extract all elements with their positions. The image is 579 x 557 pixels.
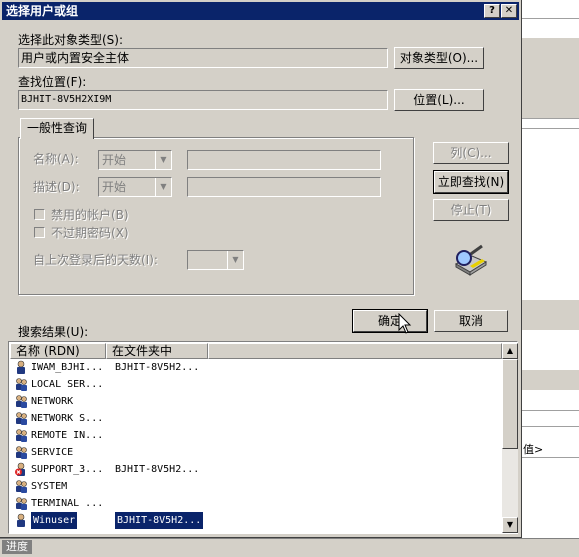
object-type-label: 选择此对象类型(S):: [18, 33, 124, 47]
list-item[interactable]: TERMINAL ...: [11, 495, 501, 512]
column-header-folder[interactable]: 在文件夹中: [106, 343, 208, 359]
non-expiring-password-label: 不过期密码(X): [51, 226, 129, 240]
ok-button[interactable]: 确定: [352, 309, 428, 333]
bg-divider: [522, 457, 579, 458]
group-icon: [16, 378, 27, 391]
result-folder: BJHIT-8V5H2...: [115, 512, 204, 529]
scroll-down-icon[interactable]: ▼: [502, 517, 518, 533]
vertical-scrollbar[interactable]: ▲ ▼: [502, 343, 518, 533]
result-name: Winuser: [31, 512, 78, 529]
stop-button[interactable]: 停止(T): [433, 199, 509, 221]
name-mode-select[interactable]: 开始 ▼: [98, 150, 172, 170]
locations-button[interactable]: 位置(L)...: [394, 89, 484, 111]
non-expiring-password-checkbox[interactable]: [34, 227, 45, 238]
progress-label: 进度: [2, 540, 32, 554]
result-name: SYSTEM: [31, 481, 68, 492]
object-types-button[interactable]: 对象类型(O)...: [394, 47, 484, 69]
columns-button[interactable]: 列(C)...: [433, 142, 509, 164]
select-users-dialog: 选择用户或组 ? ✕ 选择此对象类型(S): 用户或内置安全主体 对象类型(O)…: [0, 0, 522, 538]
group-icon: [16, 412, 27, 425]
result-name: IWAM_BJHI...: [31, 362, 104, 373]
user-icon: [17, 513, 25, 527]
name-mode-value: 开始: [102, 153, 127, 167]
list-item[interactable]: Winuser BJHIT-8V5H2...: [11, 512, 501, 529]
search-icon: [454, 244, 488, 276]
chevron-down-icon: ▼: [155, 151, 171, 169]
bg-panel: [522, 300, 579, 330]
list-item[interactable]: IWAM_BJHI... BJHIT-8V5H2...: [11, 359, 501, 376]
bg-divider: [522, 118, 579, 119]
background-status-bar: [0, 538, 579, 557]
cancel-button[interactable]: 取消: [434, 310, 508, 332]
location-label: 查找位置(F):: [18, 75, 87, 89]
chevron-down-icon: ▼: [155, 178, 171, 196]
bg-divider: [522, 18, 579, 19]
search-results-label: 搜索结果(U):: [18, 325, 89, 339]
chevron-down-icon: ▼: [227, 251, 243, 269]
list-item[interactable]: NETWORK S...: [11, 410, 501, 427]
description-label: 描述(D):: [33, 180, 80, 194]
bg-divider: [522, 426, 579, 427]
group-icon: [16, 395, 27, 408]
result-name: TERMINAL ...: [31, 498, 104, 509]
group-icon: [16, 429, 27, 442]
list-item[interactable]: LOCAL SER...: [11, 376, 501, 393]
name-input[interactable]: [187, 150, 381, 170]
description-mode-value: 开始: [102, 180, 127, 194]
column-header-name[interactable]: 名称 (RDN): [10, 343, 106, 359]
days-since-login-label: 自上次登录后的天数(I):: [33, 253, 158, 267]
find-now-button[interactable]: 立即查找(N): [433, 170, 509, 194]
disabled-accounts-checkbox[interactable]: [34, 209, 45, 220]
scroll-thumb[interactable]: [502, 359, 518, 449]
result-name: LOCAL SER...: [31, 379, 104, 390]
list-item[interactable]: REMOTE IN...: [11, 427, 501, 444]
mouse-cursor-icon: [398, 313, 412, 334]
tab-common-queries[interactable]: 一般性查询: [20, 118, 94, 139]
result-name: SUPPORT_3...: [31, 464, 104, 475]
result-name: NETWORK: [31, 396, 74, 407]
bg-text: 值>: [523, 443, 544, 456]
list-item[interactable]: SUPPORT_3... BJHIT-8V5H2...: [11, 461, 501, 478]
result-name: REMOTE IN...: [31, 430, 104, 441]
result-folder: BJHIT-8V5H2...: [115, 362, 200, 373]
column-header-filler: [208, 343, 502, 359]
name-label: 名称(A):: [33, 152, 79, 166]
days-since-login-select[interactable]: ▼: [187, 250, 244, 270]
bg-divider: [522, 410, 579, 411]
group-icon: [16, 446, 27, 459]
disabled-accounts-label: 禁用的帐户(B): [51, 208, 129, 222]
location-field: BJHIT-8V5H2XI9M: [18, 90, 388, 110]
help-button[interactable]: ?: [484, 4, 500, 18]
bg-divider: [522, 128, 579, 129]
list-item[interactable]: NETWORK: [11, 393, 501, 410]
close-button[interactable]: ✕: [501, 4, 517, 18]
list-item[interactable]: SYSTEM: [11, 478, 501, 495]
title-bar[interactable]: 选择用户或组 ? ✕: [2, 2, 519, 20]
group-icon: [16, 480, 27, 493]
result-folder: BJHIT-8V5H2...: [115, 464, 200, 475]
list-item[interactable]: SERVICE: [11, 444, 501, 461]
description-input[interactable]: [187, 177, 381, 197]
disabled-user-icon: [15, 462, 25, 476]
scroll-up-icon[interactable]: ▲: [502, 343, 518, 359]
group-icon: [16, 497, 27, 510]
description-mode-select[interactable]: 开始 ▼: [98, 177, 172, 197]
result-name: SERVICE: [31, 447, 74, 458]
object-type-field: 用户或内置安全主体: [18, 48, 388, 68]
bg-panel: [522, 370, 579, 390]
dialog-title: 选择用户或组: [6, 4, 79, 18]
user-icon: [17, 360, 25, 374]
result-name: NETWORK S...: [31, 413, 104, 424]
search-results-list[interactable]: 名称 (RDN) 在文件夹中 IWAM_BJHI... BJHIT-8V5H2..…: [8, 341, 518, 534]
bg-panel: [522, 38, 579, 118]
